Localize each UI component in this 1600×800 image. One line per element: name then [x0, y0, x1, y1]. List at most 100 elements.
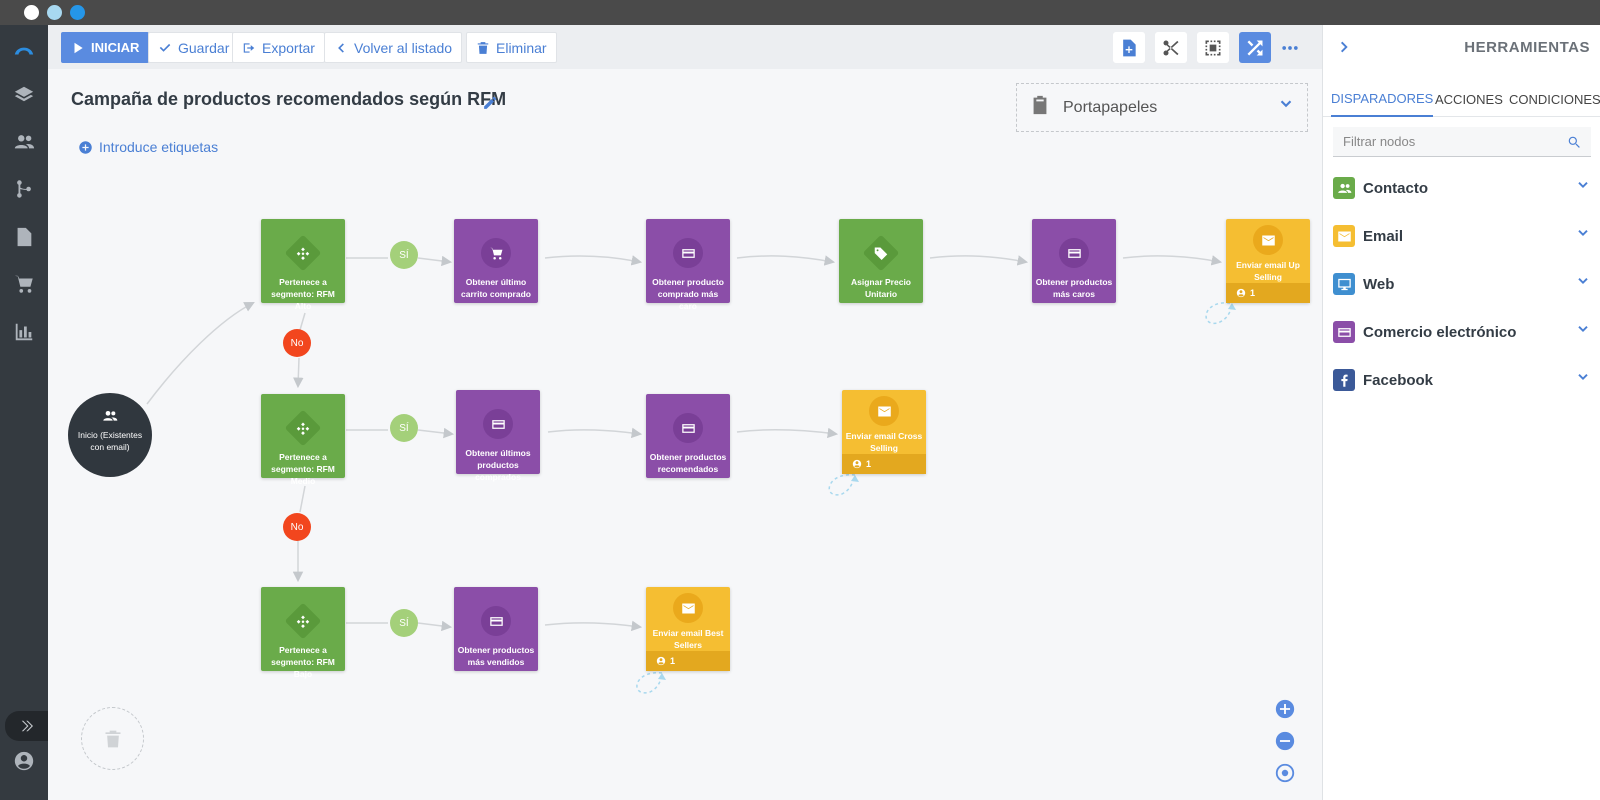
contact-count-value: 1: [866, 459, 872, 469]
search-icon[interactable]: [1567, 135, 1581, 149]
flow-node-label: Pertenece a segmento: RFM Alto: [271, 277, 335, 311]
tab-triggers[interactable]: DISPARADORES: [1331, 81, 1434, 117]
filter-nodes-input[interactable]: [1343, 134, 1567, 149]
auto-layout-button[interactable]: [1239, 32, 1271, 63]
select-area-button[interactable]: [1197, 32, 1229, 63]
clipboard-dropzone[interactable]: Portapapeles: [1016, 83, 1308, 132]
card-icon: [483, 409, 513, 439]
window-minimize-dot[interactable]: [47, 5, 62, 20]
contact-count-value: 1: [670, 656, 676, 666]
user-circle-icon: [1236, 288, 1246, 298]
document-icon[interactable]: [12, 225, 36, 249]
flow-node-label: Enviar email Up Selling: [1236, 260, 1300, 282]
trash-dropzone[interactable]: [81, 707, 144, 770]
flow-node-best-selling-products[interactable]: Obtener productos más vendidos: [454, 587, 538, 671]
flow-node-segment-rfm-medio[interactable]: Pertenece a segmento: RFM Medio: [261, 394, 345, 486]
flow-node-most-expensive-purchased[interactable]: Obtener producto comprado más caro: [646, 219, 730, 311]
zoom-in-button[interactable]: [1274, 698, 1296, 720]
expand-rail-button[interactable]: [5, 711, 49, 741]
flow-node-most-expensive-products[interactable]: Obtener productos más caros: [1032, 219, 1116, 303]
start-node[interactable]: Inicio (Existentes con email): [68, 393, 152, 477]
category-facebook[interactable]: Facebook: [1333, 365, 1591, 395]
card-icon: [1059, 238, 1089, 268]
left-nav-rail: [0, 25, 49, 800]
delete-button[interactable]: Eliminar: [466, 32, 557, 63]
segment-icon: [284, 602, 322, 640]
segment-icon: [284, 234, 322, 272]
clipboard-icon: [1029, 94, 1051, 121]
chevron-down-icon[interactable]: [1277, 96, 1295, 119]
flow-node-email-up-selling[interactable]: Enviar email Up Selling 1: [1226, 219, 1310, 303]
flow-node-last-products[interactable]: Obtener últimos productos comprados: [456, 390, 540, 482]
category-label: Facebook: [1363, 371, 1434, 389]
bar-chart-icon[interactable]: [12, 320, 36, 344]
plus-circle-icon: [79, 140, 92, 154]
user-circle-icon: [656, 656, 666, 666]
minus-circle-icon: [1275, 731, 1295, 751]
tab-actions[interactable]: ACCIONES: [1435, 81, 1503, 117]
edit-title-icon[interactable]: [482, 94, 499, 111]
category-web[interactable]: Web: [1333, 269, 1591, 299]
panel-tabs: DISPARADORES ACCIONES CONDICIONES: [1323, 81, 1600, 117]
add-note-button[interactable]: [1113, 32, 1145, 63]
workflow-icon[interactable]: [12, 177, 36, 201]
flow-node-assign-unit-price[interactable]: Asignar Precio Unitario: [839, 219, 923, 303]
contacts-icon: [1333, 177, 1355, 199]
branch-no-badge[interactable]: No: [283, 513, 311, 541]
category-email[interactable]: Email: [1333, 221, 1591, 251]
chevron-down-icon[interactable]: [1575, 274, 1591, 295]
flow-node-email-cross-selling[interactable]: Enviar email Cross Selling 1: [842, 390, 926, 474]
cut-button[interactable]: [1155, 32, 1187, 63]
zoom-out-button[interactable]: [1274, 730, 1296, 752]
tab-conditions[interactable]: CONDICIONES: [1509, 81, 1600, 117]
plus-circle-icon: [1275, 699, 1295, 719]
flow-node-label: Enviar email Best Sellers: [652, 628, 724, 650]
campaign-title: Campaña de productos recomendados según …: [71, 89, 507, 109]
editor-toolbar: INICIAR Guardar Exportar Volver al lista…: [48, 25, 1322, 69]
flow-node-segment-rfm-bajo[interactable]: Pertenece a segmento: RFM Bajo: [261, 587, 345, 679]
window-maximize-dot[interactable]: [70, 5, 85, 20]
add-tags-link[interactable]: Introduce etiquetas: [78, 139, 218, 155]
category-label: Contacto: [1363, 179, 1428, 197]
flow-node-label: Pertenece a segmento: RFM Medio: [271, 452, 335, 486]
export-button[interactable]: Exportar: [232, 32, 325, 63]
start-node-label: Inicio (Existentes con email): [77, 430, 143, 452]
chevron-down-icon[interactable]: [1575, 178, 1591, 199]
flow-node-label: Obtener productos más caros: [1035, 277, 1113, 299]
more-options-button[interactable]: [1274, 32, 1306, 63]
user-account-icon[interactable]: [12, 749, 36, 773]
layers-icon[interactable]: [12, 83, 36, 107]
flow-node-last-cart[interactable]: Obtener último carrito comprado: [454, 219, 538, 303]
flow-node-recommended-products[interactable]: Obtener productos recomendados: [646, 394, 730, 478]
flow-node-email-best-sellers[interactable]: Enviar email Best Sellers 1: [646, 587, 730, 671]
card-icon: [481, 606, 511, 636]
mail-icon: [673, 593, 703, 623]
chevron-down-icon[interactable]: [1575, 370, 1591, 391]
window-titlebar: [0, 0, 1600, 25]
save-button-label: Guardar: [178, 39, 230, 56]
start-button[interactable]: INICIAR: [61, 32, 150, 63]
center-view-button[interactable]: [1274, 762, 1296, 784]
flow-node-segment-rfm-alto[interactable]: Pertenece a segmento: RFM Alto: [261, 219, 345, 311]
contact-count-value: 1: [1250, 288, 1256, 298]
branch-yes-badge[interactable]: SÍ: [390, 609, 418, 637]
back-to-list-button[interactable]: Volver al listado: [324, 32, 463, 63]
window-close-dot[interactable]: [24, 5, 39, 20]
app-logo-icon[interactable]: [12, 37, 36, 61]
chevron-down-icon[interactable]: [1575, 226, 1591, 247]
collapse-panel-button[interactable]: [1337, 39, 1353, 55]
branch-no-badge[interactable]: No: [283, 329, 311, 357]
double-chevron-right-icon: [21, 720, 33, 732]
branch-yes-badge[interactable]: SÍ: [390, 241, 418, 269]
save-button[interactable]: Guardar: [148, 32, 240, 63]
flow-node-label: Obtener productos recomendados: [649, 452, 727, 474]
chevron-down-icon[interactable]: [1575, 322, 1591, 343]
target-icon: [1275, 763, 1295, 783]
mail-icon: [869, 396, 899, 426]
cart-icon[interactable]: [12, 272, 36, 296]
category-ecommerce[interactable]: Comercio electrónico: [1333, 317, 1591, 347]
category-contacto[interactable]: Contacto: [1333, 173, 1591, 203]
contacts-icon[interactable]: [12, 130, 36, 154]
export-button-label: Exportar: [262, 39, 315, 56]
branch-yes-badge[interactable]: SÍ: [390, 414, 418, 442]
